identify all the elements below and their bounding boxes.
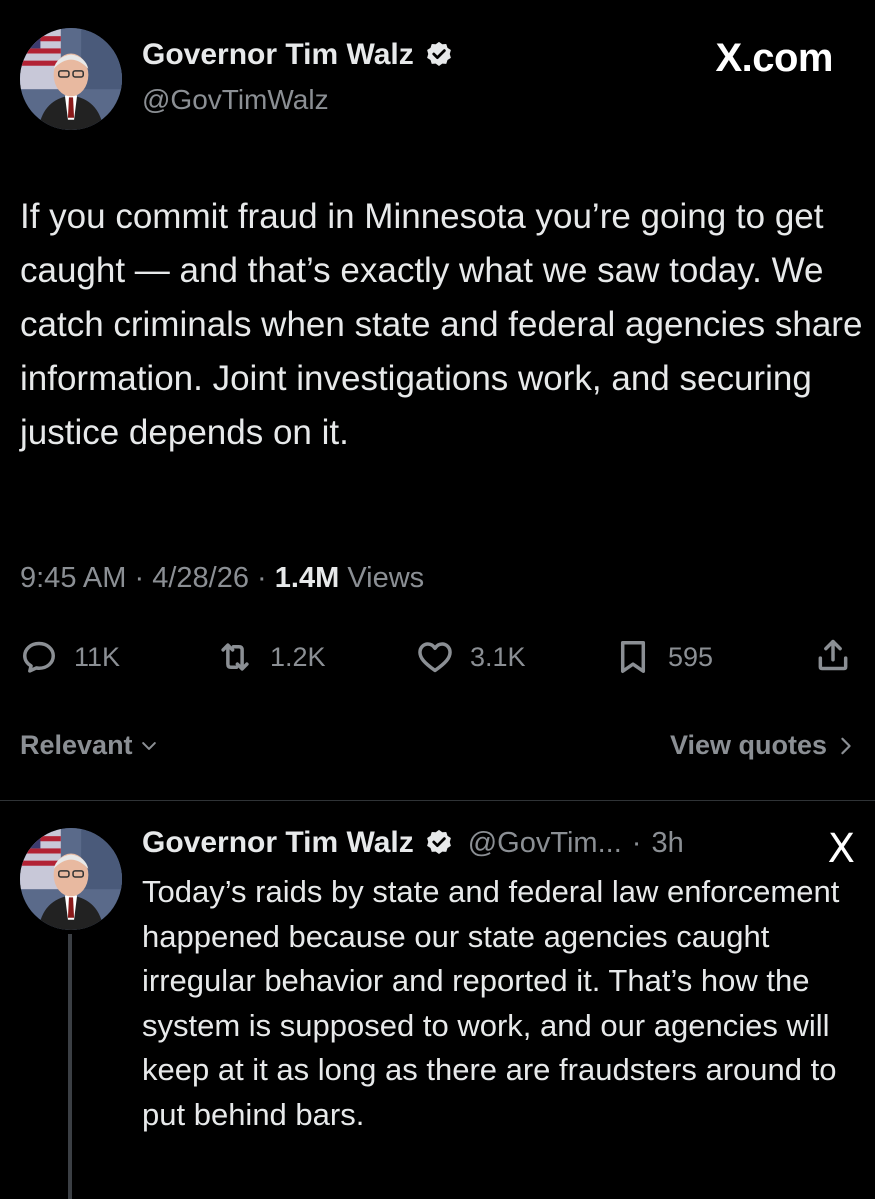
views-count: 1.4M [274,562,340,594]
tweet-text: If you commit fraud in Minnesota you’re … [20,197,863,452]
reply-count: 11K [74,641,121,672]
tweet-date[interactable]: 4/28/26 [152,562,249,594]
tweet-time[interactable]: 9:45 AM [20,562,126,594]
view-quotes-label: View quotes [669,730,827,760]
bookmark-button[interactable]: 595 [614,638,713,676]
chevron-down-icon [139,736,159,756]
verified-badge-icon [424,828,454,858]
view-quotes-link[interactable]: View quotes [670,730,855,761]
reply-separator: · [631,826,642,859]
author-name[interactable]: Governor Tim Walz [142,38,414,72]
author-handle[interactable]: @GovTimWalz [142,84,329,116]
tweet-screenshot: Governor Tim Walz @GovTimWalz X.com If y… [0,0,875,1199]
reply-button[interactable]: 11K [20,638,120,676]
views-label: Views [347,562,425,594]
repost-button[interactable]: 1.2K [216,638,326,676]
thread-line [68,934,72,1199]
tweet-actions: 11K 1.2K 3.1K 595 [0,633,875,681]
share-icon [814,636,852,674]
section-divider [0,800,875,801]
reply-author-handle[interactable]: @GovTim... [468,827,622,860]
reply-header: Governor Tim Walz @GovTim... · 3h [142,826,684,860]
x-logo-icon: X [827,826,855,872]
like-count: 3.1K [470,641,526,672]
reply-icon [20,638,58,676]
share-button[interactable] [814,636,852,674]
repost-icon [216,638,254,676]
sort-dropdown[interactable]: Relevant [20,730,159,761]
reply-time[interactable]: 3h [651,827,683,860]
chevron-right-icon [837,735,855,757]
meta-separator: · [257,562,267,594]
author-name-row: Governor Tim Walz [142,38,454,72]
verified-badge-icon [424,40,454,70]
reply-author-name[interactable]: Governor Tim Walz [142,826,414,860]
author-avatar[interactable] [20,28,122,130]
brand-label: X.com [715,36,833,80]
like-icon [416,638,454,676]
reply-tweet-text: Today’s raids by state and federal law e… [142,874,840,1132]
repost-count: 1.2K [270,641,326,672]
bookmark-icon [614,638,652,676]
reply-author-avatar[interactable] [20,828,122,930]
meta-separator: · [134,562,145,594]
reply-filter-row: Relevant View quotes [20,730,855,770]
sort-label: Relevant [20,730,133,760]
bookmark-count: 595 [668,641,714,672]
tweet-meta: 9:45 AM · 4/28/26 · 1.4M Views [20,562,424,595]
like-button[interactable]: 3.1K [416,638,526,676]
